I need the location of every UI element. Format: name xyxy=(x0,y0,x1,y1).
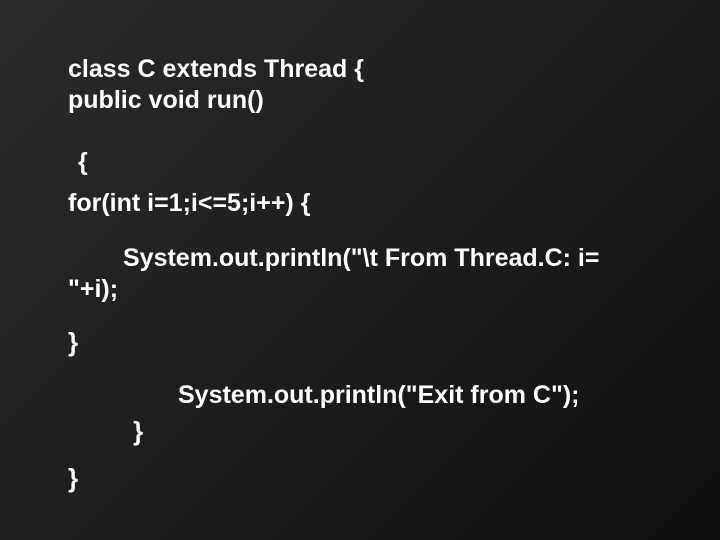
code-text: System.out.println("\t From Thread.C: i= xyxy=(123,244,599,272)
code-line-close-brace-1: } xyxy=(68,326,660,359)
code-line-open-brace: { xyxy=(78,147,660,178)
code-line-for: for(int i=1;i<=5;i++) { xyxy=(68,188,660,219)
code-text: "+i); xyxy=(68,275,118,303)
code-line-close-brace-3: } xyxy=(68,462,660,495)
code-line-println-2: System.out.println("Exit from C"); xyxy=(178,380,660,411)
code-text: class C extends Thread { xyxy=(68,55,364,83)
code-line-println-1: System.out.println("\t From Thread.C: i=… xyxy=(68,243,660,306)
code-text: public void run() xyxy=(68,86,264,114)
code-line-class-decl: class C extends Thread { public void run… xyxy=(68,54,660,117)
code-line-close-brace-2: } xyxy=(133,415,660,448)
code-slide: class C extends Thread { public void run… xyxy=(0,0,720,540)
